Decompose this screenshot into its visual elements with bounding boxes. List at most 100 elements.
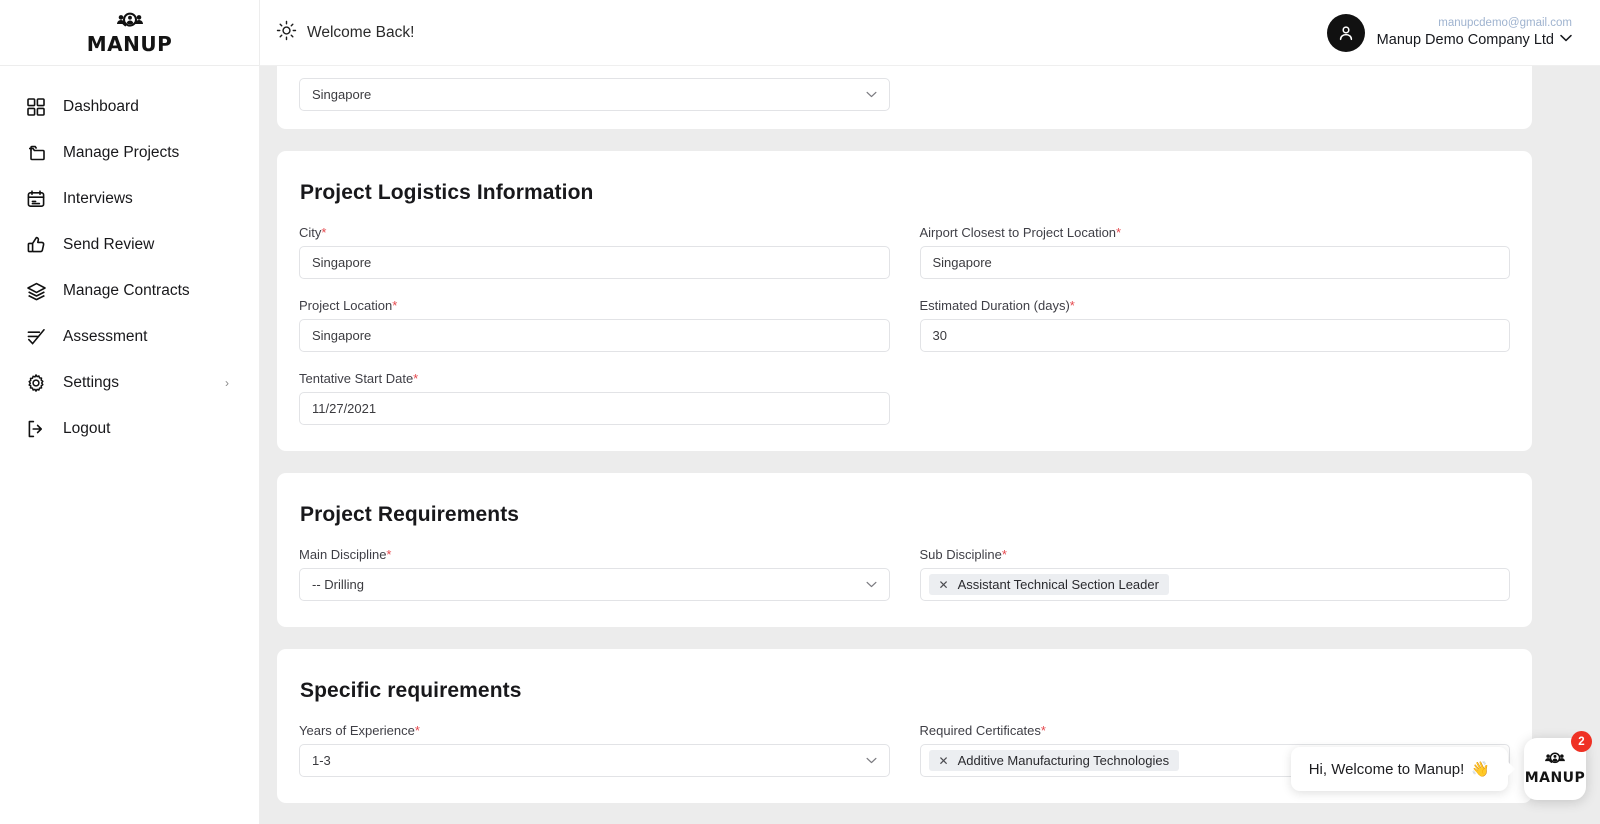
sidebar-item-assessment[interactable]: Assessment <box>0 314 259 360</box>
brand-logo[interactable]: MANUP <box>0 0 259 66</box>
card-project-requirements: Project Requirements Main Discipline* --… <box>277 473 1532 627</box>
thumbs-up-icon <box>26 233 52 257</box>
user-email[interactable]: manupcdemo@gmail.com <box>1438 16 1572 30</box>
logout-icon <box>26 417 52 441</box>
country-select[interactable]: Singapore <box>299 78 890 111</box>
field-label: Years of Experience* <box>299 723 890 738</box>
city-input[interactable]: Singapore <box>299 246 890 279</box>
calendar-icon <box>26 187 52 211</box>
chat-launcher-button[interactable]: 2 MANUP <box>1524 738 1586 800</box>
sub-discipline-tag-input[interactable]: ✕ Assistant Technical Section Leader <box>920 568 1511 601</box>
brand-name: MANUP <box>87 34 173 54</box>
avatar <box>1327 14 1365 52</box>
tag-chip[interactable]: ✕ Assistant Technical Section Leader <box>929 574 1169 595</box>
sidebar-item-label: Manage Projects <box>63 144 179 162</box>
required-marker: * <box>392 298 397 313</box>
chat-launcher-label: MANUP <box>1525 770 1586 786</box>
section-title: Specific requirements <box>300 679 1510 703</box>
main-discipline-value: -- Drilling <box>312 577 364 592</box>
chevron-down-icon[interactable] <box>1560 33 1572 47</box>
field-city: City* Singapore <box>299 225 890 279</box>
card-project-logistics: Project Logistics Information City* Sing… <box>277 151 1532 451</box>
sidebar-item-settings[interactable]: Settings › <box>0 360 259 406</box>
sidebar-item-label: Manage Contracts <box>63 282 190 300</box>
app-root: MANUP Dashboard <box>0 0 1600 824</box>
sidebar-nav: Dashboard Manage Projects <box>0 66 259 452</box>
country-select-value: Singapore <box>312 87 371 102</box>
years-of-experience-select[interactable]: 1-3 <box>299 744 890 777</box>
sidebar-item-label: Assessment <box>63 328 147 346</box>
required-marker: * <box>321 225 326 240</box>
sidebar-item-label: Interviews <box>63 190 133 208</box>
required-marker: * <box>1002 547 1007 562</box>
sidebar: MANUP Dashboard <box>0 0 260 824</box>
field-label: Estimated Duration (days)* <box>920 298 1511 313</box>
required-marker: * <box>1116 225 1121 240</box>
sidebar-item-manage-contracts[interactable]: Manage Contracts <box>0 268 259 314</box>
field-airport: Airport Closest to Project Location* Sin… <box>920 225 1511 279</box>
field-tentative-start-date: Tentative Start Date* 11/27/2021 <box>299 371 890 425</box>
remove-tag-icon[interactable]: ✕ <box>939 579 949 591</box>
airport-input[interactable]: Singapore <box>920 246 1511 279</box>
manup-people-search-icon <box>113 12 147 33</box>
required-marker: * <box>1041 723 1046 738</box>
field-label: Sub Discipline* <box>920 547 1511 562</box>
field-years-of-experience: Years of Experience* 1-3 <box>299 723 890 777</box>
welcome-text: Welcome Back! <box>307 24 414 42</box>
gear-icon <box>26 371 52 395</box>
required-marker: * <box>413 371 418 386</box>
main-area: Welcome Back! manupcdemo@gmail.com Manup… <box>260 0 1600 824</box>
field-project-location: Project Location* Singapore <box>299 298 890 352</box>
tag-label: Assistant Technical Section Leader <box>958 577 1159 592</box>
chevron-down-icon <box>866 89 877 101</box>
chat-greeting-text: Hi, Welcome to Manup! <box>1309 761 1465 778</box>
sidebar-item-interviews[interactable]: Interviews <box>0 176 259 222</box>
remove-tag-icon[interactable]: ✕ <box>939 755 949 767</box>
sidebar-item-label: Send Review <box>63 236 154 254</box>
main-discipline-select[interactable]: -- Drilling <box>299 568 890 601</box>
sidebar-item-manage-projects[interactable]: Manage Projects <box>0 130 259 176</box>
field-main-discipline: Main Discipline* -- Drilling <box>299 547 890 601</box>
tentative-start-date-input[interactable]: 11/27/2021 <box>299 392 890 425</box>
chat-greeting-bubble[interactable]: Hi, Welcome to Manup! 👋 <box>1291 747 1508 791</box>
field-country: Singapore <box>299 66 890 111</box>
sidebar-item-label: Dashboard <box>63 98 139 116</box>
manup-people-search-icon <box>1542 752 1568 770</box>
form-content: Singapore Project Logistics Information … <box>260 66 1600 824</box>
tag-label: Additive Manufacturing Technologies <box>958 753 1170 768</box>
chevron-down-icon <box>866 755 877 767</box>
user-menu[interactable]: manupcdemo@gmail.com Manup Demo Company … <box>1327 14 1572 52</box>
city-input-value: Singapore <box>312 255 371 270</box>
airport-input-value: Singapore <box>933 255 992 270</box>
required-marker: * <box>386 547 391 562</box>
project-location-input[interactable]: Singapore <box>299 319 890 352</box>
chevron-down-icon <box>866 579 877 591</box>
topbar: Welcome Back! manupcdemo@gmail.com Manup… <box>260 0 1600 66</box>
field-label: Tentative Start Date* <box>299 371 890 386</box>
field-label: Project Location* <box>299 298 890 313</box>
estimated-duration-input[interactable]: 30 <box>920 319 1511 352</box>
chevron-right-icon: › <box>225 376 229 390</box>
tentative-start-date-value: 11/27/2021 <box>312 401 376 416</box>
section-title: Project Logistics Information <box>300 181 1510 205</box>
estimated-duration-input-value: 30 <box>933 328 947 343</box>
sidebar-item-send-review[interactable]: Send Review <box>0 222 259 268</box>
required-marker: * <box>415 723 420 738</box>
welcome-banner: Welcome Back! <box>276 20 414 46</box>
years-of-experience-value: 1-3 <box>312 753 331 768</box>
section-title: Project Requirements <box>300 503 1510 527</box>
waving-hand-icon: 👋 <box>1471 760 1490 778</box>
field-label: Airport Closest to Project Location* <box>920 225 1511 240</box>
field-label: City* <box>299 225 890 240</box>
card-partial-top: Singapore <box>277 66 1532 129</box>
sidebar-item-label: Settings <box>63 374 119 392</box>
user-company-name: Manup Demo Company Ltd <box>1377 31 1554 49</box>
field-sub-discipline: Sub Discipline* ✕ Assistant Technical Se… <box>920 547 1511 601</box>
tag-chip[interactable]: ✕ Additive Manufacturing Technologies <box>929 750 1180 771</box>
field-label: Main Discipline* <box>299 547 890 562</box>
sidebar-item-label: Logout <box>63 420 110 438</box>
layers-icon <box>26 279 52 303</box>
sidebar-item-logout[interactable]: Logout <box>0 406 259 452</box>
sidebar-item-dashboard[interactable]: Dashboard <box>0 84 259 130</box>
grid-dashboard-icon <box>26 95 52 119</box>
